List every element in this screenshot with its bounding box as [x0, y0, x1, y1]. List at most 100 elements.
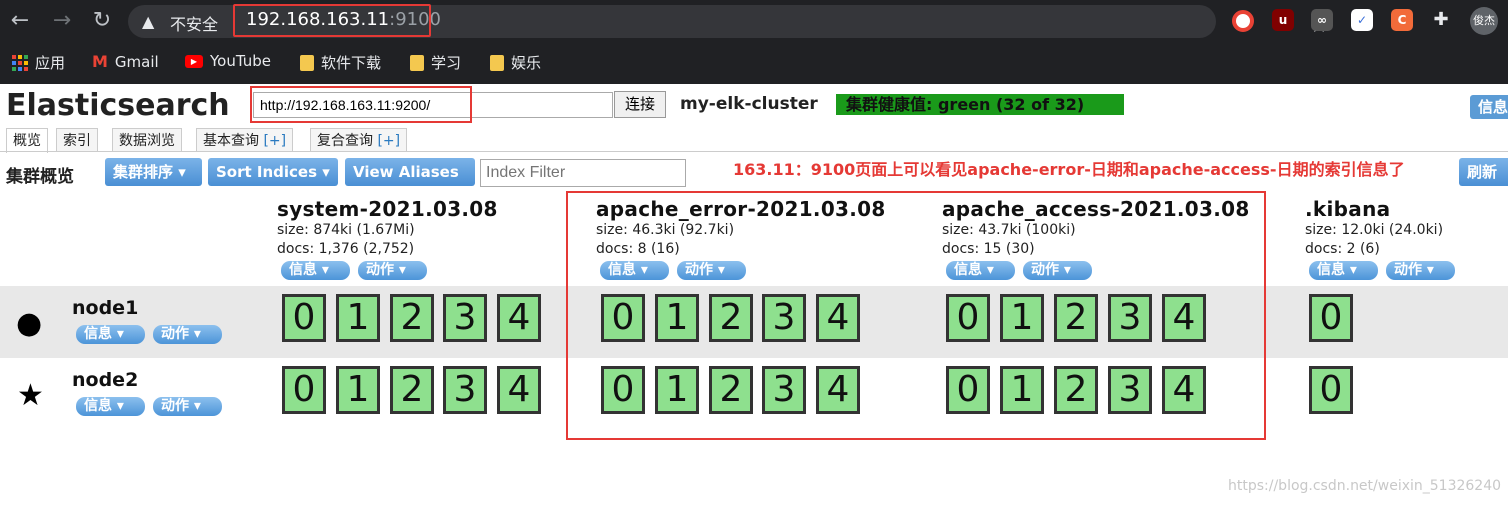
sort-indices-button[interactable]: Sort Indices ▾	[208, 158, 338, 186]
index-docs: docs: 2 (6)	[1305, 241, 1380, 257]
info-button[interactable]: 信息	[1470, 95, 1508, 119]
folder-icon	[300, 54, 314, 71]
caret-down-icon: ▾	[322, 163, 330, 181]
caret-down-icon: ▾	[398, 262, 406, 278]
tabs-divider	[0, 151, 1508, 152]
bookmark-youtube[interactable]: ▶ YouTube	[185, 52, 271, 70]
url-highlight-box	[233, 4, 431, 37]
overview-heading: 集群概览	[6, 167, 74, 187]
annotation-note: 163.11：9100页面上可以看见apache-error-日期和apache…	[733, 160, 1405, 179]
c-ext-icon[interactable]: C	[1391, 9, 1413, 31]
button-label: Sort Indices	[216, 163, 318, 181]
tab-plus[interactable]: [+]	[263, 133, 286, 149]
pill-label: 动作	[161, 326, 189, 342]
cluster-name: my-elk-cluster	[680, 94, 818, 114]
shard-tile[interactable]: 0	[282, 294, 326, 342]
sort-cluster-button[interactable]: 集群排序 ▾	[105, 158, 202, 186]
browser-chrome: ← → ↻ ▲ 不安全 192.168.163.11:9100 ☆ u ∞ ✓ …	[0, 0, 1508, 84]
shard-tile[interactable]: 0	[1309, 294, 1353, 342]
tab-indices[interactable]: 索引	[56, 128, 98, 152]
circle-icon: ●	[16, 306, 43, 341]
bookmark-label: 娱乐	[511, 54, 542, 72]
refresh-button[interactable]: 刷新	[1459, 158, 1508, 186]
tab-label: 数据浏览	[119, 133, 175, 149]
index-name: .kibana	[1305, 197, 1391, 221]
shard-tile[interactable]: 0	[282, 366, 326, 414]
shard-tile[interactable]: 1	[336, 294, 380, 342]
index-filter-input[interactable]	[480, 159, 686, 187]
ublock-icon[interactable]: u	[1272, 9, 1294, 31]
shard-tile[interactable]: 3	[443, 366, 487, 414]
shard-tile[interactable]: 1	[336, 366, 380, 414]
chrome-ext-icon[interactable]	[1232, 10, 1254, 32]
back-icon[interactable]: ←	[6, 8, 34, 33]
glasses-ext-icon[interactable]: ∞	[1311, 9, 1333, 31]
shard-tile[interactable]: 4	[497, 366, 541, 414]
shard-tile[interactable]: 2	[390, 366, 434, 414]
tab-browser[interactable]: 数据浏览	[112, 128, 182, 152]
index-size: size: 12.0ki (24.0ki)	[1305, 222, 1444, 238]
tab-label: 基本查询	[203, 133, 259, 149]
bookmark-folder-fun[interactable]: 娱乐	[490, 52, 541, 73]
view-aliases-button[interactable]: View Aliases ▾	[345, 158, 475, 209]
caret-down-icon: ▾	[178, 163, 186, 181]
bookmark-label: YouTube	[210, 52, 271, 70]
pill-label: 动作	[366, 262, 394, 278]
bookmark-gmail[interactable]: M Gmail	[92, 52, 159, 71]
arrow-ext-icon[interactable]: ✓	[1351, 9, 1373, 31]
bookmark-folder-downloads[interactable]: 软件下载	[300, 52, 381, 73]
node-name: node1	[72, 297, 139, 319]
shard-tile[interactable]: 0	[1309, 366, 1353, 414]
apache-indices-highlight-box	[566, 191, 1266, 440]
caret-down-icon: ▾	[1349, 262, 1357, 278]
folder-icon	[490, 54, 504, 71]
shard-tile[interactable]: 3	[443, 294, 487, 342]
node-action-button[interactable]: 动作 ▾	[153, 397, 222, 416]
tab-basic-query[interactable]: 基本查询 [+]	[196, 128, 294, 152]
shard-tile[interactable]: 2	[390, 294, 434, 342]
index-info-button[interactable]: 信息 ▾	[1309, 261, 1378, 280]
pill-label: 信息	[84, 326, 112, 342]
caret-down-icon: ▾	[116, 326, 124, 342]
index-header-kibana: .kibana size: 12.0ki (24.0ki) docs: 2 (6…	[1305, 197, 1443, 259]
tab-plus[interactable]: [+]	[377, 133, 400, 149]
index-action-button[interactable]: 动作 ▾	[1386, 261, 1455, 280]
bookmark-label: 软件下载	[321, 54, 382, 72]
youtube-icon: ▶	[185, 54, 203, 68]
index-action-button[interactable]: 动作 ▾	[358, 261, 427, 280]
shard-tile[interactable]: 4	[497, 294, 541, 342]
bookmark-folder-study[interactable]: 学习	[410, 52, 461, 73]
watermark: https://blog.csdn.net/weixin_51326240	[1228, 478, 1502, 494]
button-label: 集群排序	[113, 163, 174, 181]
bookmark-label: Gmail	[114, 52, 159, 71]
caret-down-icon: ▾	[1426, 262, 1434, 278]
node-info-button[interactable]: 信息 ▾	[76, 397, 145, 416]
connect-button[interactable]: 连接	[614, 91, 666, 118]
caret-down-icon: ▾	[193, 326, 201, 342]
forward-icon[interactable]: →	[48, 8, 76, 33]
puzzle-icon[interactable]: ✚	[1430, 9, 1452, 31]
pill-label: 信息	[289, 262, 317, 278]
tab-overview[interactable]: 概览	[6, 128, 48, 153]
node-name: node2	[72, 369, 139, 391]
button-label: View Aliases	[353, 163, 459, 181]
insecure-label: 不安全	[170, 15, 219, 34]
pill-label: 动作	[161, 398, 189, 414]
gmail-icon: M	[92, 52, 108, 71]
tab-label: 概览	[13, 133, 41, 149]
index-header-system: system-2021.03.08 size: 874ki (1.67Mi) d…	[277, 197, 498, 259]
reload-icon[interactable]: ↻	[88, 8, 116, 33]
index-size: size: 874ki (1.67Mi)	[277, 222, 415, 238]
tab-compound-query[interactable]: 复合查询 [+]	[310, 128, 408, 152]
tab-label: 索引	[63, 133, 91, 149]
bookmark-label: 应用	[35, 54, 66, 72]
node-action-button[interactable]: 动作 ▾	[153, 325, 222, 344]
cluster-health-badge: 集群健康值: green (32 of 32)	[836, 94, 1124, 115]
caret-down-icon: ▾	[321, 262, 329, 278]
node-info-button[interactable]: 信息 ▾	[76, 325, 145, 344]
warning-icon: ▲	[142, 12, 155, 31]
apps-icon	[12, 54, 28, 71]
bookmark-apps[interactable]: 应用	[12, 52, 65, 73]
avatar[interactable]: 俊杰	[1470, 7, 1498, 35]
index-info-button[interactable]: 信息 ▾	[281, 261, 350, 280]
